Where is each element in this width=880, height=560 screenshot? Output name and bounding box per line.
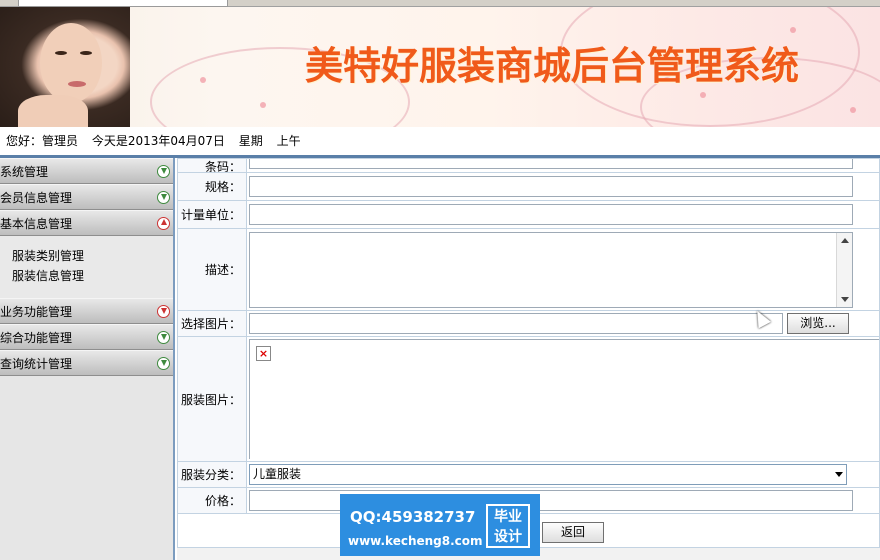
description-textarea[interactable] [249,231,853,308]
period-text: 上午 [276,134,301,148]
menu-basic-info[interactable]: 基本信息管理 [0,210,173,236]
app-title: 美特好服装商城后台管理系统 [305,43,800,88]
barcode-input[interactable] [249,158,853,169]
product-image-label: 服装图片： [177,336,247,462]
watermark-logo-line2: 设计 [494,529,522,545]
watermark-badge: QQ:459382737 www.kecheng8.com 毕业 设计 [340,494,540,556]
menu-business[interactable]: 业务功能管理 [0,298,173,324]
product-image-preview: × [249,339,879,459]
expand-icon [157,305,170,318]
menu-label: 业务功能管理 [0,305,73,319]
menu-label: 基本信息管理 [0,217,73,231]
decorative-dot [700,92,706,98]
barcode-label: 条码： [177,158,247,173]
decorative-dot [200,77,206,83]
description-label: 描述： [177,228,247,311]
barcode-label-text: 条码： [204,160,241,173]
product-form: 条码： 规格： 计量单位： 描述： 选择图片： 浏览... 服装图片： × 服装… [177,158,880,514]
expand-icon [157,357,170,370]
model-photo [0,7,130,127]
watermark-logo: 毕业 设计 [486,504,530,548]
scroll-up-icon[interactable] [841,237,849,243]
spec-input[interactable] [249,176,853,197]
expand-icon [157,165,170,178]
submenu-item-product[interactable]: 服装信息管理 [12,266,173,286]
watermark-logo-line1: 毕业 [494,509,522,525]
submenu-basic-info: 服装类别管理 服装信息管理 [0,236,173,298]
menu-label: 系统管理 [0,165,49,179]
file-path-input[interactable] [249,313,783,334]
unit-input[interactable] [249,204,853,225]
decorative-dot [260,102,266,108]
watermark-site: www.kecheng8.com [348,534,483,548]
sidebar: 系统管理 会员信息管理 基本信息管理 服装类别管理 服装信息管理 业务功能管理 … [0,158,175,560]
price-label: 价格： [177,487,247,514]
greeting-text: 您好：管理员 [6,134,79,148]
description-scrollbar[interactable] [836,232,852,307]
browser-tab-strip [0,0,880,7]
submenu-item-category[interactable]: 服装类别管理 [12,246,173,266]
header-banner: 美特好服装商城后台管理系统 [0,7,880,127]
menu-members[interactable]: 会员信息管理 [0,184,173,210]
browser-tab[interactable] [18,0,228,7]
broken-image-icon: × [256,346,271,361]
category-select[interactable]: 儿童服装 [249,464,847,485]
expand-icon [157,331,170,344]
category-label: 服装分类： [177,461,247,488]
back-button[interactable]: 返回 [542,522,604,543]
menu-label: 会员信息管理 [0,191,73,205]
menu-statistics[interactable]: 查询统计管理 [0,350,173,376]
date-text: 今天是2013年04月07日 [91,134,225,148]
menu-general[interactable]: 综合功能管理 [0,324,173,350]
collapse-icon [157,217,170,230]
unit-label: 计量单位： [177,200,247,229]
decorative-dot [850,107,856,113]
category-selected-value: 儿童服装 [253,467,302,481]
menu-label: 查询统计管理 [0,357,73,371]
chevron-down-icon[interactable] [835,472,843,477]
decorative-dot [790,27,796,33]
browse-button[interactable]: 浏览... [787,313,849,334]
menu-system[interactable]: 系统管理 [0,158,173,184]
spec-label: 规格： [177,172,247,201]
menu-label: 综合功能管理 [0,331,73,345]
expand-icon [157,191,170,204]
choose-image-label: 选择图片： [177,310,247,337]
user-info-bar: 您好：管理员 今天是2013年04月07日 星期 上午 [0,127,880,155]
watermark-qq: QQ:459382737 [350,508,476,526]
scroll-down-icon[interactable] [841,296,849,302]
weekday-text: 星期 [238,134,263,148]
